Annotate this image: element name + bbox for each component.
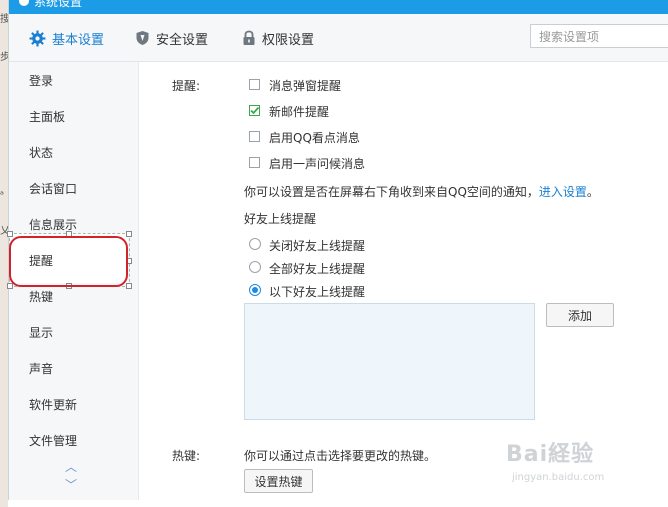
radio-label[interactable]: 关闭好友上线提醒 — [269, 237, 365, 254]
checkbox-label[interactable]: 启用QQ看点消息 — [269, 129, 360, 146]
gear-icon — [29, 30, 46, 46]
qzone-notification-note: 你可以设置是否在屏幕右下角收到来自QQ空间的通知，进入设置。 — [244, 183, 599, 200]
red-highlight-annotation — [9, 236, 128, 287]
radio-all-friends-online[interactable] — [249, 261, 261, 273]
checkbox-qq-kandian[interactable] — [249, 131, 260, 142]
tab-label: 安全设置 — [156, 32, 209, 48]
tab-label: 基本设置 — [52, 32, 105, 48]
checkbox-popup-message-reminder[interactable] — [249, 79, 260, 90]
desktop-fragment: 步 — [0, 52, 8, 63]
tab-basic-settings[interactable]: 基本设置 — [29, 28, 104, 48]
tab-label: 权限设置 — [262, 32, 315, 48]
add-friend-button[interactable]: 添加 — [546, 303, 614, 327]
shield-icon — [136, 31, 149, 45]
tab-permission-settings[interactable]: 权限设置 — [242, 28, 314, 48]
settings-window: 系统设置 基本设置 安全设置 权限设置 搜索设置项 登录 主面板 状态 会话窗口… — [7, 0, 668, 500]
watermark-url: jingyan.baidu.com — [512, 472, 605, 483]
sidebar-item-file-management[interactable]: 文件管理 — [29, 432, 77, 449]
radio-label[interactable]: 全部好友上线提醒 — [269, 260, 365, 277]
watermark-logo-text: Bai経验 — [506, 442, 595, 467]
settings-search-input[interactable] — [537, 26, 668, 48]
sidebar-item-main-panel[interactable]: 主面板 — [29, 108, 65, 125]
radio-label[interactable]: 以下好友上线提醒 — [269, 283, 365, 300]
friend-online-title: 好友上线提醒 — [244, 212, 317, 226]
sidebar-item-status[interactable]: 状态 — [29, 144, 53, 161]
checkbox-label[interactable]: 消息弹窗提醒 — [269, 77, 341, 94]
sidebar-item-chat-window[interactable]: 会话窗口 — [29, 180, 77, 197]
sidebar-item-login[interactable]: 登录 — [29, 72, 53, 89]
desktop-background: 搜 步 ᵃ 乂 — [0, 0, 8, 507]
sidebar-item-reminder[interactable]: 提醒 — [29, 252, 53, 269]
reminder-section-label: 提醒: — [172, 79, 201, 93]
checkmark-icon — [250, 106, 260, 115]
lock-icon — [243, 30, 255, 45]
title-bar[interactable]: 系统设置 — [9, 0, 668, 14]
radio-selected-friends-online[interactable] — [249, 284, 261, 296]
desktop-fragment: 搜 — [0, 14, 8, 25]
selected-friends-list[interactable] — [244, 303, 535, 420]
sidebar-item-sound[interactable]: 声音 — [29, 360, 53, 377]
resize-handle — [126, 283, 132, 289]
checkbox-label[interactable]: 启用一声问候消息 — [269, 155, 365, 172]
sidebar-item-display[interactable]: 显示 — [29, 324, 53, 341]
checkbox-greeting-message[interactable] — [249, 157, 260, 168]
scroll-up-icon[interactable]: ︿ — [65, 458, 77, 475]
qzone-note-text: 你可以设置是否在屏幕右下角收到来自QQ空间的通知， — [244, 185, 539, 199]
settings-sidebar: 登录 主面板 状态 会话窗口 信息展示 提醒 热键 显示 声音 软件更新 文件管… — [7, 62, 139, 500]
qq-penguin-icon — [19, 0, 29, 6]
settings-tabs-bar: 基本设置 安全设置 权限设置 — [9, 14, 668, 62]
enter-settings-link[interactable]: 进入设置 — [539, 185, 587, 199]
hotkey-section-label: 热键: — [172, 449, 201, 463]
sidebar-item-info-display[interactable]: 信息展示 — [29, 216, 77, 233]
resize-handle — [7, 231, 13, 237]
window-title: 系统设置 — [34, 0, 83, 9]
checkbox-label[interactable]: 新邮件提醒 — [269, 103, 329, 120]
set-hotkey-button[interactable]: 设置热键 — [244, 469, 313, 493]
radio-disable-friend-online[interactable] — [249, 238, 261, 250]
desktop-fragment: ᵃ — [0, 190, 4, 201]
sidebar-item-hotkeys[interactable]: 热键 — [29, 288, 53, 305]
resize-handle — [126, 231, 132, 237]
baidu-jingyan-watermark: Bai経验 jingyan.baidu.com — [506, 436, 604, 483]
scroll-down-icon[interactable]: ﹀ — [65, 476, 77, 493]
checkbox-new-mail-reminder[interactable] — [249, 105, 260, 116]
hotkey-note: 你可以通过点击选择要更改的热键。 — [244, 449, 437, 463]
tab-security-settings[interactable]: 安全设置 — [135, 28, 208, 48]
settings-search-box[interactable] — [530, 24, 668, 48]
sidebar-item-software-update[interactable]: 软件更新 — [29, 396, 77, 413]
qzone-note-end: 。 — [586, 185, 599, 199]
